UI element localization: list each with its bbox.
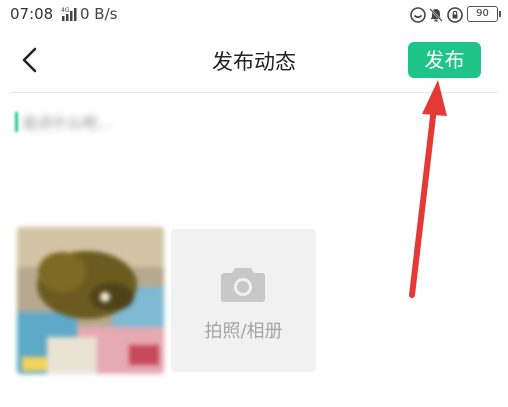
post-text-input[interactable]: 说点什么吧… — [22, 112, 112, 133]
add-photo-button[interactable]: 拍照/相册 — [171, 229, 316, 372]
battery-icon: 90 — [467, 6, 501, 22]
lock-rotation-icon — [447, 7, 463, 23]
header-divider — [10, 92, 498, 93]
camera-icon — [221, 268, 265, 302]
text-cursor — [15, 112, 18, 132]
photo-content — [17, 227, 164, 374]
network-signal-icon: 4G — [61, 7, 77, 21]
bell-off-icon — [429, 8, 443, 22]
sync-icon — [410, 7, 426, 23]
status-bar: 07:08 4G 0 B/s 90 — [0, 0, 508, 30]
top-bar: 发布动态 发布 — [0, 30, 508, 90]
svg-text:4G: 4G — [61, 7, 70, 14]
add-photo-label: 拍照/相册 — [204, 321, 283, 342]
selected-photo-thumbnail[interactable] — [17, 227, 164, 374]
status-time: 07:08 — [10, 5, 54, 23]
network-speed: 0 B/s — [80, 5, 118, 23]
publish-button[interactable]: 发布 — [408, 42, 481, 78]
